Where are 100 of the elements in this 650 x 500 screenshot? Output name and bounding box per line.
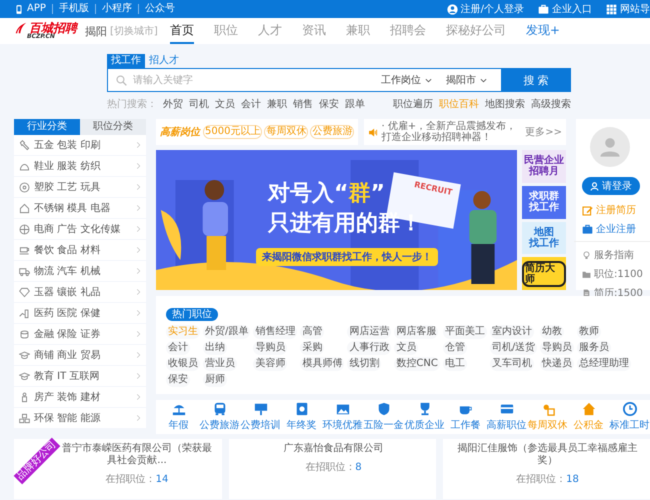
job-tag[interactable]: 高管 (300, 325, 324, 339)
job-tag[interactable]: 美容师 (253, 357, 288, 371)
ad-tile[interactable]: 民营企业 招聘月 (522, 150, 566, 183)
info-text: 服务指南 (582, 248, 650, 262)
category-item[interactable]: 金融 保险 证券 (14, 324, 146, 344)
search-link[interactable]: 地图搜索 (485, 97, 525, 111)
trophy-icon (418, 402, 432, 416)
ad-tile[interactable]: 地图 找工作 (522, 222, 566, 254)
job-tag[interactable]: 出纳 (203, 341, 227, 355)
top-link[interactable]: 公众号 (138, 4, 181, 14)
top-link[interactable]: APP (24, 4, 52, 14)
job-tag[interactable]: 电工 (442, 357, 467, 371)
company-card[interactable]: 揭阳汇佳服饰（参选最具员工幸福感雇主奖） 在招职位：18 (442, 439, 650, 499)
clock-icon (622, 402, 636, 416)
category-item[interactable]: 医药 医院 保健 (14, 303, 146, 323)
more-link[interactable]: 更多>> (525, 125, 562, 139)
category-item[interactable]: 物流 汽车 机械 (14, 261, 146, 281)
chevron-icon (135, 183, 142, 191)
login-button[interactable]: 请登录 (582, 177, 640, 195)
search-tab[interactable]: 找工作 (107, 54, 145, 68)
hot-search-link[interactable]: 外贸 (163, 97, 183, 111)
company-name: 普宁市泰嵘医药有限公司（荣获最具社会贡献... (60, 443, 213, 467)
top-link[interactable]: 手机版 (52, 4, 95, 14)
logo-text: 百城招聘 (29, 22, 77, 34)
ad-tile[interactable]: 求职群 找工作 (522, 186, 566, 218)
notice-text: · 优雇+，全新产品震撼发布，打造企业移动招聘神器！ (381, 121, 518, 143)
job-tag[interactable]: 厨师 (203, 373, 227, 387)
globe-icon (19, 224, 30, 234)
job-tag[interactable]: 销售经理 (253, 325, 298, 339)
category-tab[interactable]: 行业分类 (14, 119, 80, 135)
chevron-icon (135, 288, 142, 296)
company-card[interactable]: 广东嘉怡食品有限公司 在招职位：8 (228, 439, 436, 499)
ad-tile[interactable]: 简历大师 (522, 257, 566, 290)
category-item[interactable]: 鞋业 服装 纺织 (14, 156, 146, 176)
job-tag[interactable]: 教师 (577, 325, 602, 339)
job-tag[interactable]: 导购员 (540, 341, 574, 355)
job-tag[interactable]: 收银员 (166, 357, 200, 371)
job-tag[interactable]: 服务员 (577, 341, 612, 355)
search-link[interactable]: 职位遍历 (393, 97, 433, 111)
job-tag[interactable]: 文员 (394, 341, 418, 355)
job-tag[interactable]: 营业员 (203, 357, 237, 371)
hot-search-link[interactable]: 文员 (215, 97, 235, 111)
hot-search-link[interactable]: 兼职 (267, 97, 287, 111)
high-salary-logo: 高薪岗位 (160, 125, 200, 139)
register-link[interactable]: 企业注册 (582, 222, 650, 236)
edit-icon (582, 204, 593, 216)
job-tag[interactable]: 快递员 (540, 357, 574, 371)
job-tag[interactable]: 人事行政 (347, 341, 392, 355)
category-tab[interactable]: 职位分类 (80, 119, 146, 135)
job-tag[interactable]: 数控CNC (394, 357, 440, 371)
job-tag[interactable]: 网店运营 (347, 325, 392, 339)
boxes-icon (19, 412, 30, 424)
house-icon (582, 402, 596, 416)
chevron-icon (135, 351, 142, 359)
job-tag[interactable]: 司机/送货 (490, 341, 538, 355)
category-item[interactable]: 餐饮 食品 材料 (14, 240, 146, 260)
job-tag[interactable]: 导购员 (253, 341, 288, 355)
avatar (590, 127, 630, 167)
nav-link[interactable]: 发现+ (526, 18, 560, 44)
job-tag[interactable]: 室内设计 (490, 325, 534, 339)
category-item[interactable]: 商铺 商业 贸易 (14, 345, 146, 365)
banner-tagline: 来揭阳微信求职群找工作，快人一步！ (256, 248, 438, 266)
category-item[interactable]: 环保 智能 能源 (14, 408, 146, 428)
job-tag[interactable]: 网店客服 (394, 325, 438, 339)
nav-link[interactable]: 首页 (170, 18, 194, 44)
job-tag[interactable]: 线切割 (347, 357, 382, 371)
category-item[interactable]: 电商 广告 文化传媒 (14, 219, 146, 239)
job-tag[interactable]: 幼教 (540, 325, 564, 339)
job-tag[interactable]: 外贸/跟单 (203, 325, 250, 339)
job-tag[interactable]: 会计 (166, 341, 190, 355)
diamond-icon (19, 286, 30, 298)
search-link[interactable]: 高级搜索 (531, 97, 571, 111)
job-tag[interactable]: 保安 (166, 373, 190, 387)
top-link[interactable]: 小程序 (94, 4, 138, 14)
hot-search-link[interactable]: 销售 (293, 97, 313, 111)
category-item[interactable]: 教育 IT 互联网 (14, 366, 146, 386)
category-item[interactable]: 五金 包装 印刷 (14, 135, 146, 155)
job-tag[interactable]: 平面美工 (442, 325, 487, 339)
search-tab[interactable]: 招人才 (145, 54, 183, 68)
job-tag[interactable]: 采购 (300, 341, 324, 355)
hot-search-link[interactable]: 司机 (189, 97, 209, 111)
hot-search-link[interactable]: 会计 (241, 97, 261, 111)
wrench-icon (19, 140, 30, 150)
grid-icon (606, 4, 617, 14)
top-link[interactable]: 企业入口 (538, 2, 592, 16)
top-link[interactable]: 注册/个人登录 (446, 2, 524, 16)
job-tag[interactable]: 模具师傅 (300, 357, 344, 371)
benefit-label: 年终奖 (286, 419, 316, 432)
job-tag[interactable]: 叉车司机 (490, 357, 534, 371)
chevron-icon (135, 267, 142, 275)
job-tag[interactable]: 总经理助理 (577, 357, 632, 371)
top-link[interactable]: 网站导 (606, 2, 650, 16)
benefit-label: 优质企业 (404, 418, 444, 432)
category-item[interactable]: 玉器 镶嵌 礼品 (14, 282, 146, 302)
hot-search-link[interactable]: 保安 (319, 97, 339, 111)
category-item[interactable]: 房产 装饰 建材 (14, 387, 146, 407)
hot-search-link[interactable]: 跟单 (345, 97, 365, 111)
category-item[interactable]: 不锈钢 模具 电器 (14, 198, 146, 218)
category-item[interactable]: 塑胶 工艺 玩具 (14, 177, 146, 197)
job-tag[interactable]: 仓管 (442, 341, 467, 355)
